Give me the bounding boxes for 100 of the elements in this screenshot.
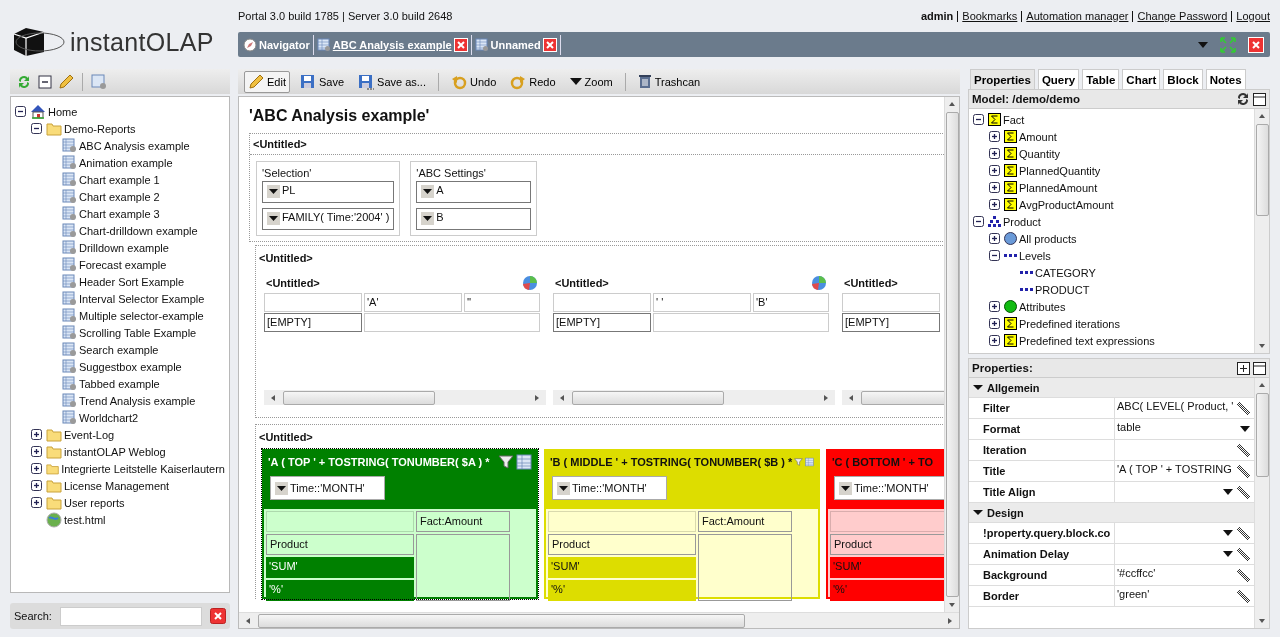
toolbar-button[interactable]: Zoom xyxy=(565,72,617,91)
report-block[interactable]: 'B ( MIDDLE ' + TOSTRING( TONUMBER( $B ) * Time::'MONTH' Fact:Amount Product 'SUM' '%' xyxy=(544,449,820,599)
caret-icon[interactable] xyxy=(1223,551,1233,557)
pie-chart-icon[interactable] xyxy=(522,275,538,291)
scroll-up-icon[interactable] xyxy=(948,100,956,108)
tree-item[interactable]: Attributes xyxy=(1019,300,1066,313)
pencil-icon[interactable] xyxy=(1237,485,1250,499)
expand-toggle[interactable] xyxy=(989,301,1000,312)
dropdown-field[interactable]: A xyxy=(416,181,532,203)
close-icon[interactable] xyxy=(453,37,468,52)
dropdown-field[interactable]: B xyxy=(416,208,532,230)
expand-toggle[interactable] xyxy=(989,199,1000,210)
tree-item[interactable]: Animation example xyxy=(79,156,173,169)
scroll-left-icon[interactable] xyxy=(558,393,566,402)
vertical-scrollbar[interactable] xyxy=(1254,378,1269,628)
horizontal-scrollbar[interactable] xyxy=(264,390,546,405)
tree-item[interactable]: PlannedQuantity xyxy=(1019,164,1101,177)
tree-item[interactable]: Event-Log xyxy=(64,428,115,441)
pencil-icon[interactable] xyxy=(1237,547,1250,561)
document-tab[interactable]: Unnamed xyxy=(471,34,561,55)
scroll-left-icon[interactable] xyxy=(269,393,277,402)
panel-tab[interactable]: Query xyxy=(1037,69,1080,89)
toolbar-button[interactable]: Trashcan xyxy=(633,71,705,92)
toolbar-button[interactable]: Save xyxy=(295,70,349,93)
tree-item[interactable]: AvgProductAmount xyxy=(1019,198,1114,211)
tree-item[interactable]: ABC Analysis example xyxy=(79,139,190,152)
scroll-right-icon[interactable] xyxy=(946,616,954,625)
dropdown-field[interactable]: PL xyxy=(262,181,395,203)
header-link[interactable]: Change Password xyxy=(1137,10,1228,22)
pencil-icon[interactable] xyxy=(1237,526,1250,540)
expand-toggle[interactable] xyxy=(31,429,42,440)
scroll-right-icon[interactable] xyxy=(822,393,830,402)
pencil-icon[interactable] xyxy=(1237,568,1250,582)
tree-item[interactable]: Home xyxy=(48,105,78,118)
tree-item[interactable]: PRODUCT xyxy=(1035,283,1090,296)
vertical-scrollbar[interactable] xyxy=(1254,109,1269,353)
expand-toggle[interactable] xyxy=(31,480,42,491)
tree-item[interactable]: Levels xyxy=(1019,249,1051,262)
scroll-left-icon[interactable] xyxy=(847,393,855,402)
scroll-thumb[interactable] xyxy=(572,390,724,405)
scroll-thumb[interactable] xyxy=(1255,124,1269,216)
tree-item[interactable]: Chart-drilldown example xyxy=(79,224,198,237)
filter-icon[interactable] xyxy=(498,454,514,470)
toolbar-button[interactable]: Redo xyxy=(506,70,560,93)
tree-item[interactable]: Fact xyxy=(1003,113,1025,126)
pencil-icon[interactable] xyxy=(1237,464,1250,478)
pencil-icon[interactable] xyxy=(1237,401,1250,415)
tree-item[interactable]: User reports xyxy=(64,496,125,509)
tree-item[interactable]: Product xyxy=(1003,215,1041,228)
caret-icon[interactable] xyxy=(973,384,983,391)
tree-item[interactable]: Chart example 3 xyxy=(79,207,160,220)
caret-icon[interactable] xyxy=(1223,530,1233,536)
header-link[interactable]: Automation manager xyxy=(1026,10,1129,22)
expand-toggle[interactable] xyxy=(15,106,26,117)
tree-item[interactable]: Multiple selector-example xyxy=(79,309,204,322)
tree-item[interactable]: License Management xyxy=(64,479,170,492)
tree-item[interactable]: Tabbed example xyxy=(79,377,160,390)
panel-tab[interactable]: Table xyxy=(1082,69,1120,89)
dropdown-field[interactable]: Time::'MONTH' xyxy=(552,476,667,500)
tree-item[interactable]: Header Sort Example xyxy=(79,275,185,288)
tree-item[interactable]: All products xyxy=(1019,232,1077,245)
tree-item[interactable]: Integrierte Leitstelle Kaiserlautern xyxy=(61,462,225,475)
pie-chart-icon[interactable] xyxy=(811,275,827,291)
clear-icon[interactable] xyxy=(209,608,226,624)
scroll-down-icon[interactable] xyxy=(1258,617,1266,625)
refresh-icon[interactable] xyxy=(1236,92,1250,106)
tree-item[interactable]: instantOLAP Weblog xyxy=(64,445,166,458)
scroll-right-icon[interactable] xyxy=(533,393,541,402)
scroll-thumb[interactable] xyxy=(283,390,435,405)
tree-item[interactable]: Quantity xyxy=(1019,147,1060,160)
caret-icon[interactable] xyxy=(973,509,983,516)
tree-item[interactable]: test.html xyxy=(64,513,106,526)
tree-item[interactable]: Chart example 2 xyxy=(79,190,160,203)
expand-toggle[interactable] xyxy=(989,165,1000,176)
expand-toggle[interactable] xyxy=(989,233,1000,244)
caret-icon[interactable] xyxy=(1240,426,1250,432)
expand-toggle[interactable] xyxy=(989,318,1000,329)
pencil-icon[interactable] xyxy=(1237,589,1250,603)
tree-item[interactable]: Predefined iterations xyxy=(1019,317,1120,330)
expand-all-icon[interactable] xyxy=(1237,361,1250,375)
expand-toggle[interactable] xyxy=(31,123,42,134)
document-tab[interactable]: Navigator xyxy=(240,34,314,55)
tree-item[interactable]: Drilldown example xyxy=(79,241,169,254)
horizontal-scrollbar[interactable] xyxy=(239,612,959,628)
scroll-left-icon[interactable] xyxy=(244,616,252,625)
collapse-icon[interactable] xyxy=(1253,361,1266,375)
caret-icon[interactable] xyxy=(1223,489,1233,495)
tree-item[interactable]: Worldchart2 xyxy=(79,411,139,424)
tree-item[interactable]: Amount xyxy=(1019,130,1057,143)
panel-tab[interactable]: Chart xyxy=(1122,69,1161,89)
toolbar-button[interactable]: Undo xyxy=(446,70,501,93)
scroll-down-icon[interactable] xyxy=(1258,342,1266,350)
scroll-up-icon[interactable] xyxy=(1258,112,1266,120)
panel-tab[interactable]: Block xyxy=(1163,69,1203,89)
header-link[interactable]: Logout xyxy=(1236,10,1270,22)
expand-toggle[interactable] xyxy=(989,131,1000,142)
table-icon[interactable] xyxy=(516,454,532,470)
tree-item[interactable]: PlannedAmount xyxy=(1019,181,1098,194)
close-icon[interactable] xyxy=(542,37,557,52)
toolbar-button[interactable]: Edit xyxy=(244,70,290,93)
